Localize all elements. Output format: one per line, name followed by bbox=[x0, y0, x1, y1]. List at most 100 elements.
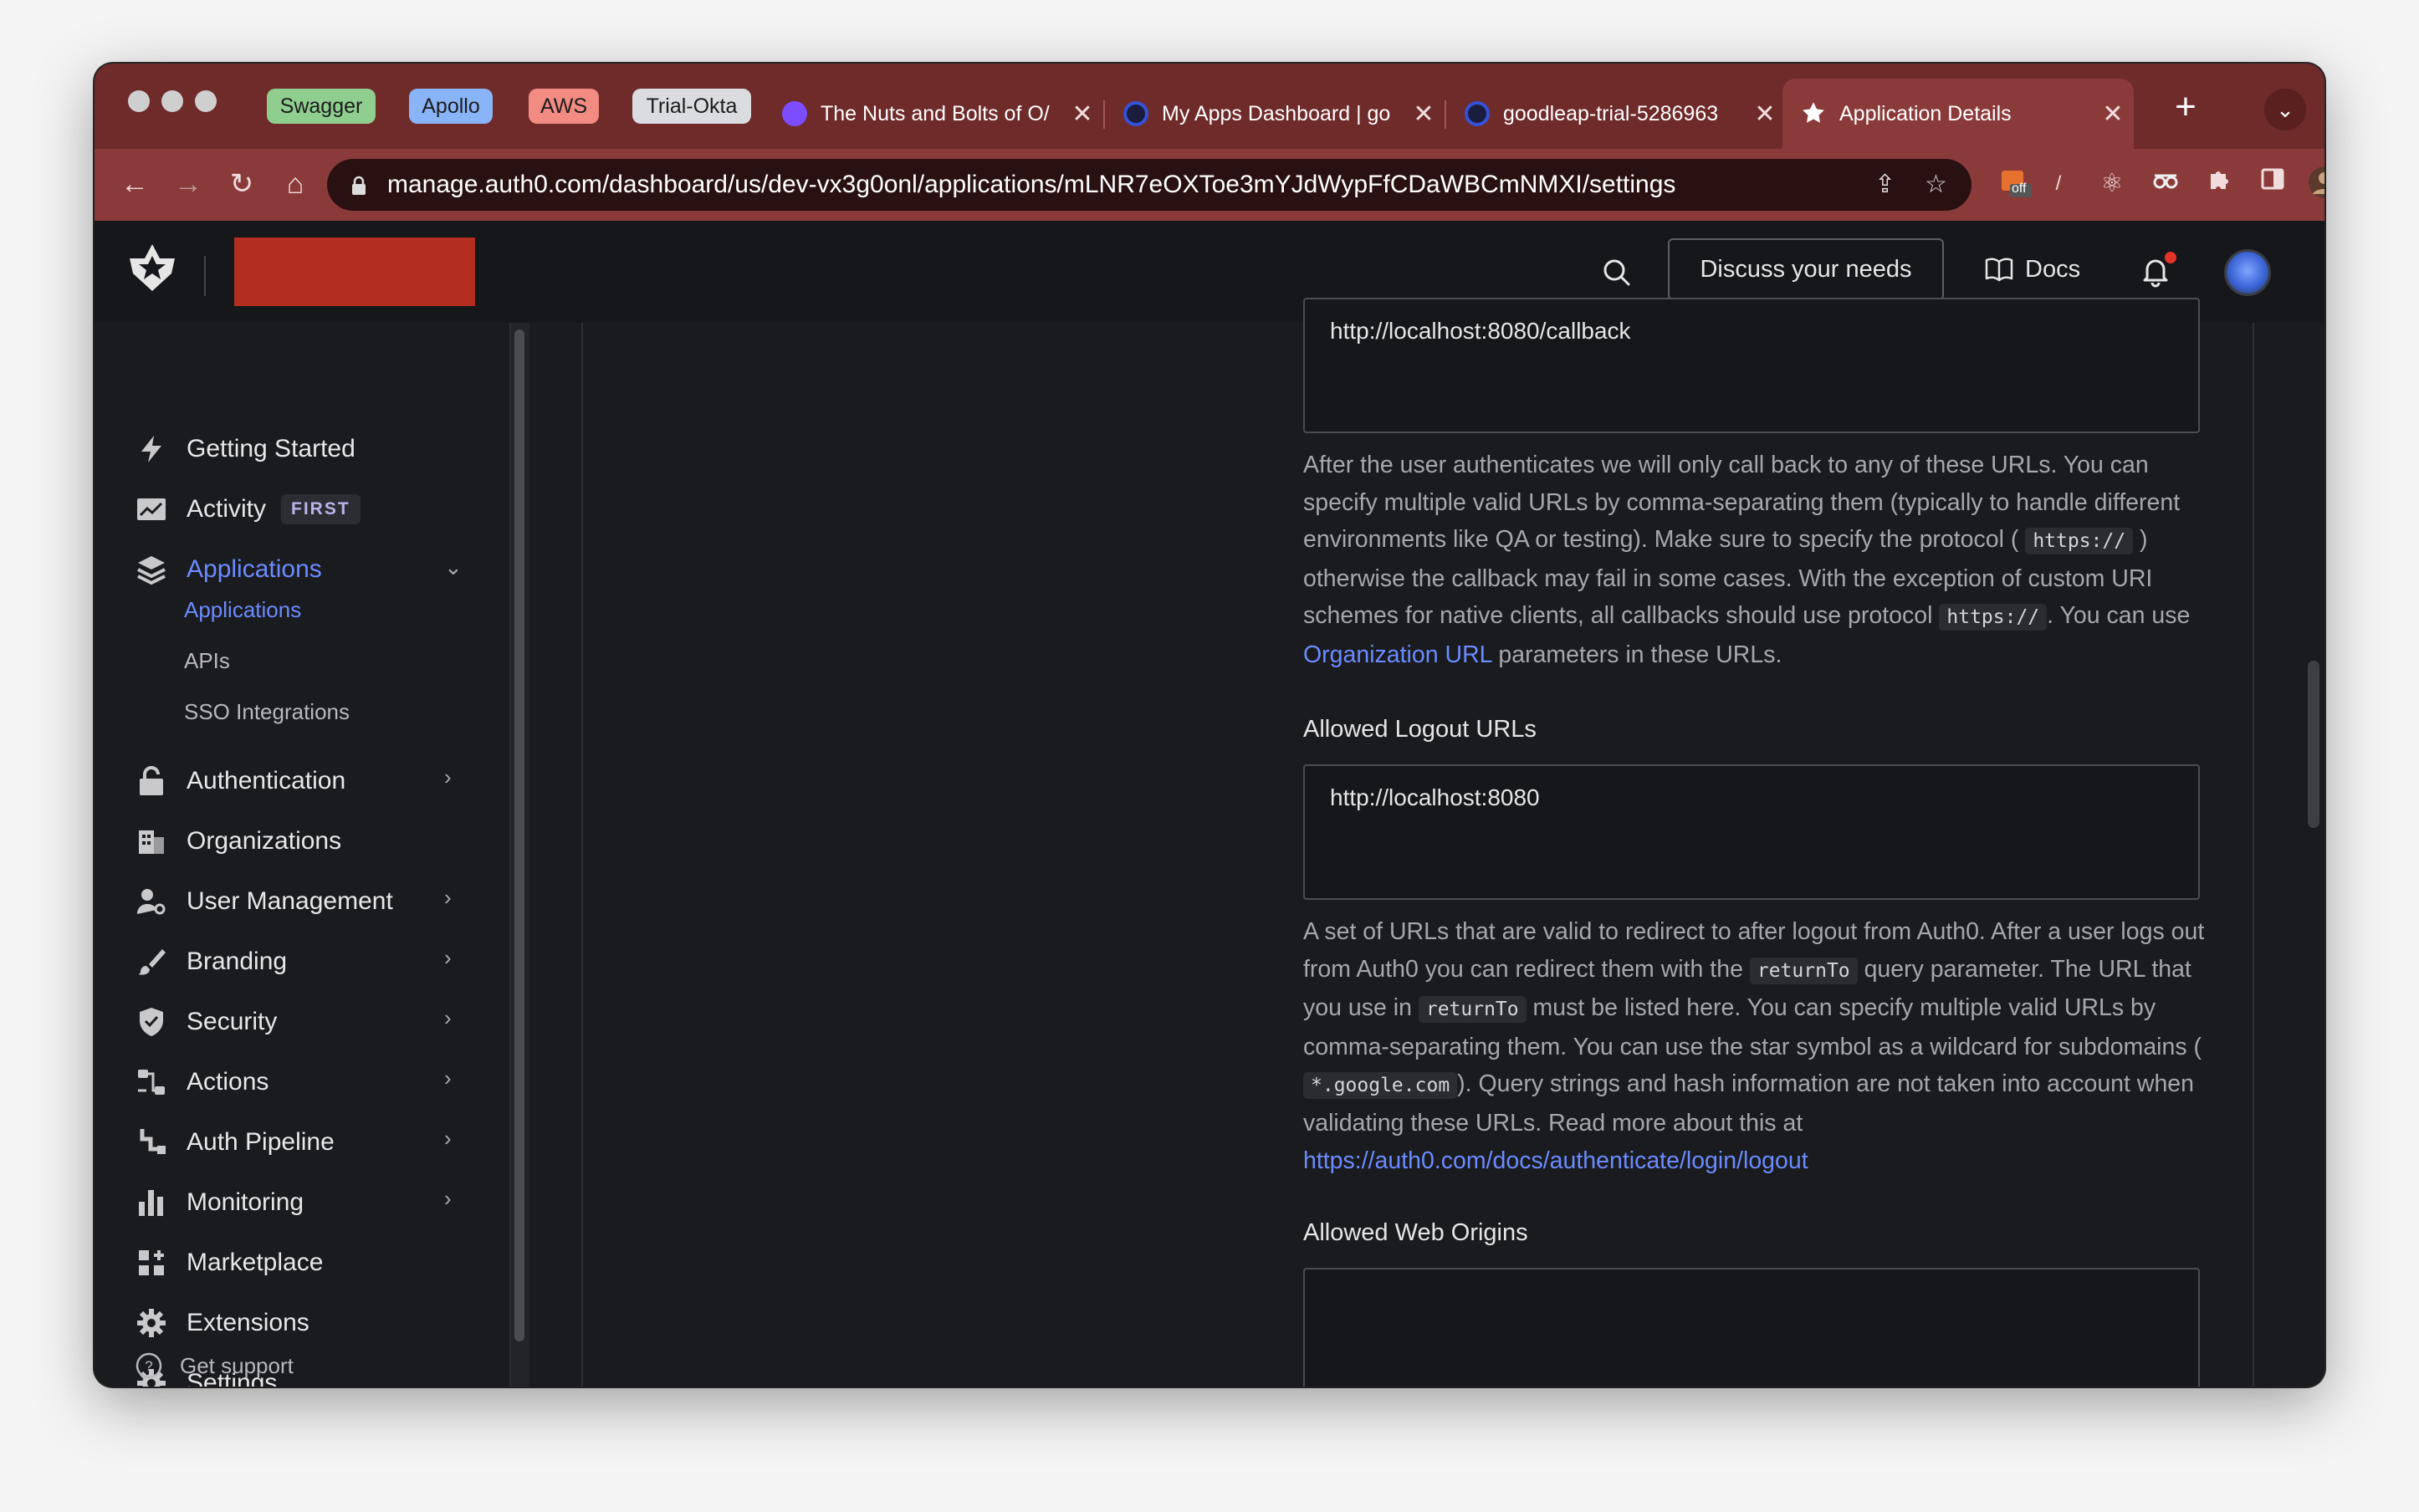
chevron-right-icon[interactable]: › bbox=[444, 1126, 452, 1152]
sidebar-subitem-sso-integrations[interactable]: SSO Integrations bbox=[184, 699, 350, 725]
sidebar-item-getting-started[interactable]: Getting Started bbox=[135, 426, 355, 472]
sidebar-item-applications[interactable]: Applications bbox=[135, 546, 322, 593]
minimize-window-button[interactable] bbox=[161, 90, 183, 112]
discuss-your-needs-button[interactable]: Discuss your needs bbox=[1668, 238, 1944, 300]
sidebar-subitem-apis[interactable]: APIs bbox=[184, 648, 230, 674]
tab-search-button[interactable]: ⌄ bbox=[2264, 89, 2306, 130]
chevron-right-icon[interactable]: › bbox=[444, 1065, 452, 1091]
extension-off-icon[interactable]: off bbox=[1997, 166, 2033, 202]
sidebar-item-authentication[interactable]: Authentication bbox=[135, 758, 345, 805]
shield-icon bbox=[135, 1005, 168, 1039]
chevron-right-icon[interactable]: › bbox=[444, 764, 452, 790]
close-tab-icon[interactable]: ✕ bbox=[1061, 100, 1103, 129]
callback-urls-help: After the user authenticates we will onl… bbox=[1303, 447, 2215, 674]
reload-button[interactable]: ↻ bbox=[222, 164, 262, 204]
maximize-window-button[interactable] bbox=[195, 90, 217, 112]
flow-icon bbox=[135, 1065, 168, 1099]
sidebar-subitem-applications[interactable]: Applications bbox=[184, 597, 301, 623]
new-tab-button[interactable]: + bbox=[2161, 84, 2210, 132]
tab-title: The Nuts and Bolts of O/ bbox=[821, 101, 1050, 125]
tab-bar: Swagger Apollo AWS Trial-Okta The Nuts a… bbox=[95, 64, 2324, 149]
home-button[interactable]: ⌂ bbox=[275, 164, 315, 204]
code-snippet: https:// bbox=[2025, 528, 2134, 555]
get-support-link[interactable]: ? Get support bbox=[135, 1351, 294, 1380]
sidebar: Getting Started Activity FIRST Applicati… bbox=[95, 323, 534, 1387]
close-window-button[interactable] bbox=[128, 90, 150, 112]
close-tab-icon[interactable]: ✕ bbox=[1403, 100, 1445, 129]
tab-group-apollo[interactable]: Apollo bbox=[409, 89, 493, 124]
extension-off-badge: off bbox=[2012, 181, 2027, 196]
pipeline-icon bbox=[135, 1126, 168, 1159]
sidebar-item-label: Applications bbox=[187, 555, 322, 583]
extensions-puzzle-icon[interactable] bbox=[2201, 166, 2237, 202]
search-icon[interactable] bbox=[1598, 254, 1635, 291]
address-bar[interactable]: manage.auth0.com/dashboard/us/dev-vx3g0o… bbox=[327, 159, 1972, 211]
chevron-down-icon[interactable]: ⌄ bbox=[444, 554, 463, 580]
activity-chart-icon bbox=[135, 493, 168, 526]
spy-extension-icon[interactable] bbox=[2147, 166, 2184, 202]
tab-group-trial-okta[interactable]: Trial-Okta bbox=[632, 89, 751, 124]
sidebar-item-label: Marketplace bbox=[187, 1249, 324, 1276]
building-icon bbox=[135, 825, 168, 858]
page-scrollbar-thumb[interactable] bbox=[2308, 661, 2319, 828]
sidebar-item-user-management[interactable]: User Management bbox=[135, 878, 393, 925]
tab-group-aws[interactable]: AWS bbox=[529, 89, 599, 124]
chevron-right-icon[interactable]: › bbox=[444, 945, 452, 971]
allowed-callback-urls-field[interactable]: http://localhost:8080/callback bbox=[1303, 298, 2200, 433]
sidebar-scrollbar-thumb[interactable] bbox=[514, 329, 524, 1341]
allowed-logout-urls-field[interactable]: http://localhost:8080 bbox=[1303, 764, 2200, 900]
allowed-web-origins-field[interactable] bbox=[1303, 1268, 2200, 1387]
react-devtools-icon[interactable]: ⚛ bbox=[2094, 166, 2130, 202]
forward-button[interactable]: → bbox=[168, 164, 208, 204]
sidebar-item-label: Getting Started bbox=[187, 435, 355, 462]
sidebar-item-auth-pipeline[interactable]: Auth Pipeline bbox=[135, 1119, 335, 1166]
help-text: . You can use bbox=[2047, 602, 2191, 630]
chevron-right-icon[interactable]: › bbox=[444, 1005, 452, 1031]
auth0-logo[interactable] bbox=[128, 243, 176, 293]
tab-nuts-and-bolts[interactable]: The Nuts and Bolts of O/ ✕ bbox=[764, 79, 1103, 149]
tab-goodleap-trial[interactable]: goodleap-trial-5286963 ✕ bbox=[1446, 79, 1786, 149]
tab-my-apps-dashboard[interactable]: My Apps Dashboard | go ✕ bbox=[1105, 79, 1445, 149]
lightning-icon bbox=[135, 432, 168, 466]
sidebar-item-label: Security bbox=[187, 1008, 278, 1035]
tab-group-swagger[interactable]: Swagger bbox=[267, 89, 376, 124]
back-button[interactable]: ← bbox=[115, 164, 155, 204]
side-panel-icon[interactable] bbox=[2254, 166, 2291, 202]
bar-chart-icon bbox=[135, 1186, 168, 1219]
sidebar-item-actions[interactable]: Actions bbox=[135, 1059, 268, 1106]
close-tab-icon[interactable]: ✕ bbox=[2092, 100, 2134, 129]
sidebar-item-branding[interactable]: Branding bbox=[135, 938, 287, 985]
docs-link[interactable]: Docs bbox=[1985, 238, 2080, 300]
chevron-right-icon[interactable]: › bbox=[444, 885, 452, 911]
sidebar-item-label: Organizations bbox=[187, 827, 342, 855]
code-snippet: returnTo bbox=[1418, 996, 1527, 1024]
sidebar-item-organizations[interactable]: Organizations bbox=[135, 818, 341, 865]
sidebar-item-extensions[interactable]: Extensions bbox=[135, 1300, 309, 1346]
organization-url-link[interactable]: Organization URL bbox=[1303, 641, 1491, 668]
sidebar-item-label: Activity bbox=[187, 495, 267, 523]
bookmark-star-icon[interactable]: ☆ bbox=[1925, 159, 1947, 211]
sidebar-item-monitoring[interactable]: Monitoring bbox=[135, 1179, 304, 1226]
share-icon[interactable]: ⇪ bbox=[1874, 159, 1895, 211]
tab-title: Application Details bbox=[1839, 101, 2012, 125]
lock-icon bbox=[350, 159, 367, 211]
grid-plus-icon bbox=[135, 1246, 168, 1280]
chevron-right-icon[interactable]: › bbox=[444, 1186, 452, 1212]
sidebar-item-label: User Management bbox=[187, 887, 393, 915]
sidebar-item-marketplace[interactable]: Marketplace bbox=[135, 1239, 323, 1286]
sidebar-item-security[interactable]: Security bbox=[135, 999, 277, 1045]
code-snippet: https:// bbox=[1939, 604, 2048, 631]
user-gear-icon bbox=[135, 885, 168, 918]
profile-avatar-icon[interactable] bbox=[2308, 166, 2324, 202]
tab-application-details[interactable]: Application Details ✕ bbox=[1782, 79, 2134, 149]
pen-extension-icon[interactable]: / bbox=[2040, 166, 2077, 202]
user-avatar[interactable] bbox=[2224, 249, 2271, 296]
sidebar-item-activity[interactable]: Activity FIRST bbox=[135, 486, 361, 533]
tenant-selector[interactable] bbox=[234, 238, 475, 306]
close-tab-icon[interactable]: ✕ bbox=[1744, 100, 1786, 129]
browser-window: Swagger Apollo AWS Trial-Okta The Nuts a… bbox=[95, 64, 2324, 1387]
svg-text:?: ? bbox=[145, 1358, 152, 1374]
sidebar-item-label: Actions bbox=[187, 1068, 269, 1096]
logout-docs-link[interactable]: https://auth0.com/docs/authenticate/logi… bbox=[1303, 1147, 1808, 1174]
lock-icon bbox=[135, 764, 168, 798]
